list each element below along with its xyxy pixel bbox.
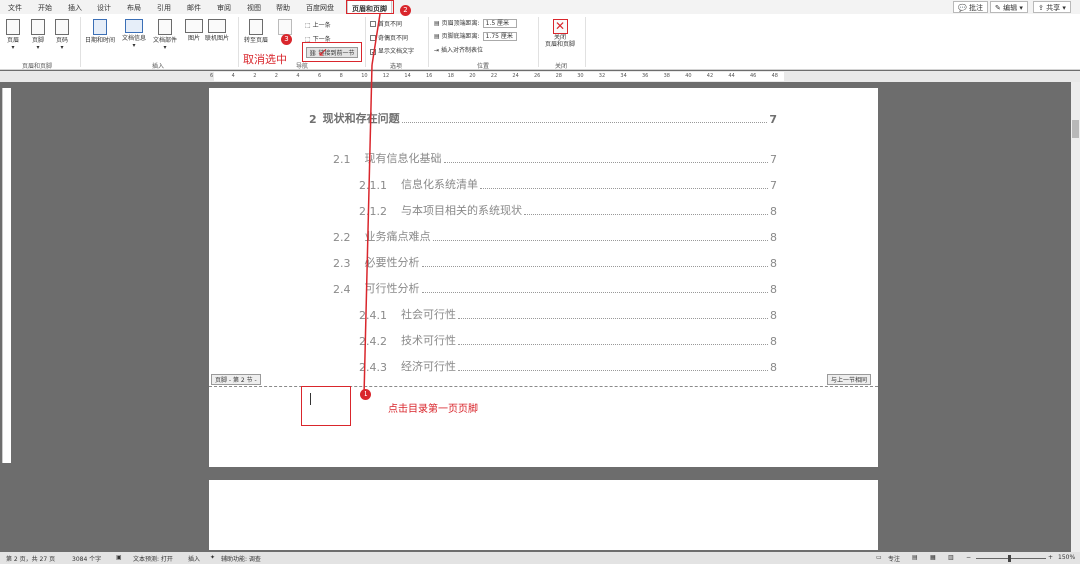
arrow-line-2 [371, 13, 381, 66]
status-accessibility[interactable]: 辅助功能: 调查 [221, 554, 261, 563]
status-word-count[interactable]: 3084 个字 [72, 554, 101, 563]
status-page-count[interactable]: 第 2 页，共 27 页 [6, 554, 55, 563]
print-layout-icon[interactable]: ▦ [930, 554, 936, 561]
focus-icon: ▭ [876, 554, 882, 561]
arrow-line-1 [363, 64, 373, 397]
annotation-arrow-lines [363, 13, 381, 397]
status-zoom-level[interactable]: 150% [1058, 554, 1075, 561]
proofing-icon[interactable]: ▣ [116, 554, 122, 561]
accessibility-icon: ✦ [210, 554, 216, 561]
zoom-out-icon[interactable]: − [966, 554, 971, 561]
read-mode-icon[interactable]: ▤ [912, 554, 918, 561]
status-insert-mode[interactable]: 插入 [188, 554, 200, 563]
status-focus[interactable]: 专注 [888, 554, 900, 563]
word-window: 文件 开始 插入 设计 布局 引用 邮件 审阅 视图 帮助 百度网盘 页眉和页脚… [0, 0, 1080, 564]
zoom-in-icon[interactable]: + [1048, 554, 1053, 561]
web-layout-icon[interactable]: ▥ [948, 554, 954, 561]
zoom-slider-thumb[interactable] [1008, 555, 1011, 562]
vertical-scrollbar[interactable] [1071, 82, 1080, 552]
scrollbar-thumb[interactable] [1072, 120, 1079, 138]
zoom-slider[interactable] [976, 558, 1046, 559]
status-text-predict[interactable]: 文本预测: 打开 [133, 554, 173, 563]
status-bar: 第 2 页，共 27 页 3084 个字 ▣ 文本预测: 打开 插入 ✦ 辅助功… [0, 552, 1080, 564]
